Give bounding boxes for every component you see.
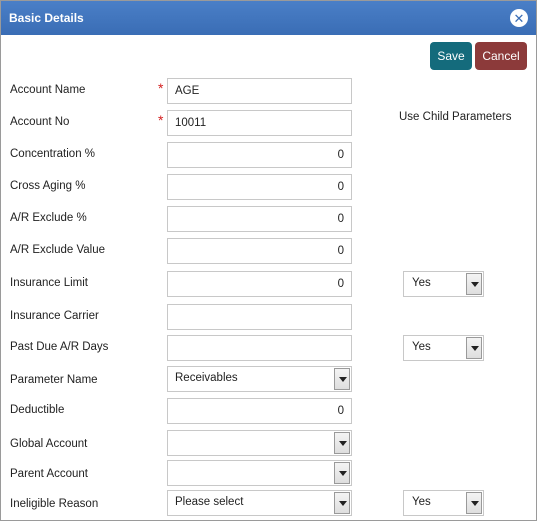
ar-exclude-pct-row: A/R Exclude % 0 [1, 206, 536, 232]
account-name-label: Account Name [10, 84, 86, 96]
insurance-limit-row: Insurance Limit 0 Yes [1, 271, 536, 297]
global-account-row: Global Account [1, 430, 536, 456]
cross-aging-input[interactable]: 0 [167, 174, 352, 200]
concentration-label: Concentration % [10, 148, 96, 160]
ineligible-reason-child-select[interactable]: Yes [403, 490, 484, 516]
ineligible-reason-value: Please select [175, 496, 244, 508]
ineligible-reason-label: Ineligible Reason [10, 498, 99, 510]
chevron-down-icon[interactable] [334, 432, 350, 454]
past-due-days-row: Past Due A/R Days Yes [1, 335, 536, 361]
dialog-title: Basic Details [9, 11, 84, 25]
account-name-row: Account Name * AGE [1, 78, 536, 104]
ar-exclude-pct-label: A/R Exclude % [10, 212, 87, 224]
cross-aging-row: Cross Aging % 0 [1, 174, 536, 200]
chevron-down-icon[interactable] [466, 337, 482, 359]
concentration-input[interactable]: 0 [167, 142, 352, 168]
ar-exclude-pct-input[interactable]: 0 [167, 206, 352, 232]
deductible-label: Deductible [10, 404, 65, 416]
past-due-days-input[interactable] [167, 335, 352, 361]
cancel-button[interactable]: Cancel [475, 42, 527, 70]
deductible-input[interactable]: 0 [167, 398, 352, 424]
chevron-down-icon[interactable] [466, 273, 482, 295]
past-due-days-child-select[interactable]: Yes [403, 335, 484, 361]
global-account-label: Global Account [10, 438, 88, 450]
account-no-label: Account No [10, 116, 70, 128]
required-marker: * [158, 80, 164, 96]
deductible-row: Deductible 0 [1, 398, 536, 424]
insurance-carrier-input[interactable] [167, 304, 352, 330]
cross-aging-label: Cross Aging % [10, 180, 86, 192]
ar-exclude-value-input[interactable]: 0 [167, 238, 352, 264]
basic-details-dialog: Basic Details ✕ Save Cancel Use Child Pa… [0, 0, 537, 521]
dialog-titlebar: Basic Details [1, 1, 536, 35]
parent-account-label: Parent Account [10, 468, 88, 480]
required-marker: * [158, 112, 164, 128]
close-icon[interactable]: ✕ [510, 9, 528, 27]
parameter-name-value: Receivables [175, 372, 238, 384]
parameter-name-row: Parameter Name Receivables [1, 366, 536, 392]
insurance-limit-label: Insurance Limit [10, 277, 88, 289]
save-button[interactable]: Save [430, 42, 472, 70]
parameter-name-select[interactable]: Receivables [167, 366, 352, 392]
concentration-row: Concentration % 0 [1, 142, 536, 168]
past-due-days-child-value: Yes [412, 341, 431, 353]
past-due-days-label: Past Due A/R Days [10, 341, 109, 353]
parent-account-select[interactable] [167, 460, 352, 486]
parameter-name-label: Parameter Name [10, 374, 98, 386]
ar-exclude-value-row: A/R Exclude Value 0 [1, 238, 536, 264]
account-no-input[interactable]: 10011 [167, 110, 352, 136]
insurance-carrier-label: Insurance Carrier [10, 310, 99, 322]
account-name-input[interactable]: AGE [167, 78, 352, 104]
ineligible-reason-child-value: Yes [412, 496, 431, 508]
chevron-down-icon[interactable] [334, 492, 350, 514]
insurance-limit-child-value: Yes [412, 277, 431, 289]
ineligible-reason-select[interactable]: Please select [167, 490, 352, 516]
insurance-limit-input[interactable]: 0 [167, 271, 352, 297]
insurance-limit-child-select[interactable]: Yes [403, 271, 484, 297]
insurance-carrier-row: Insurance Carrier [1, 304, 536, 330]
ar-exclude-value-label: A/R Exclude Value [10, 244, 106, 256]
chevron-down-icon[interactable] [334, 462, 350, 484]
account-no-row: Account No * 10011 [1, 110, 536, 136]
parent-account-row: Parent Account [1, 460, 536, 486]
ineligible-reason-row: Ineligible Reason Please select Yes [1, 490, 536, 516]
global-account-select[interactable] [167, 430, 352, 456]
chevron-down-icon[interactable] [466, 492, 482, 514]
chevron-down-icon[interactable] [334, 368, 350, 390]
